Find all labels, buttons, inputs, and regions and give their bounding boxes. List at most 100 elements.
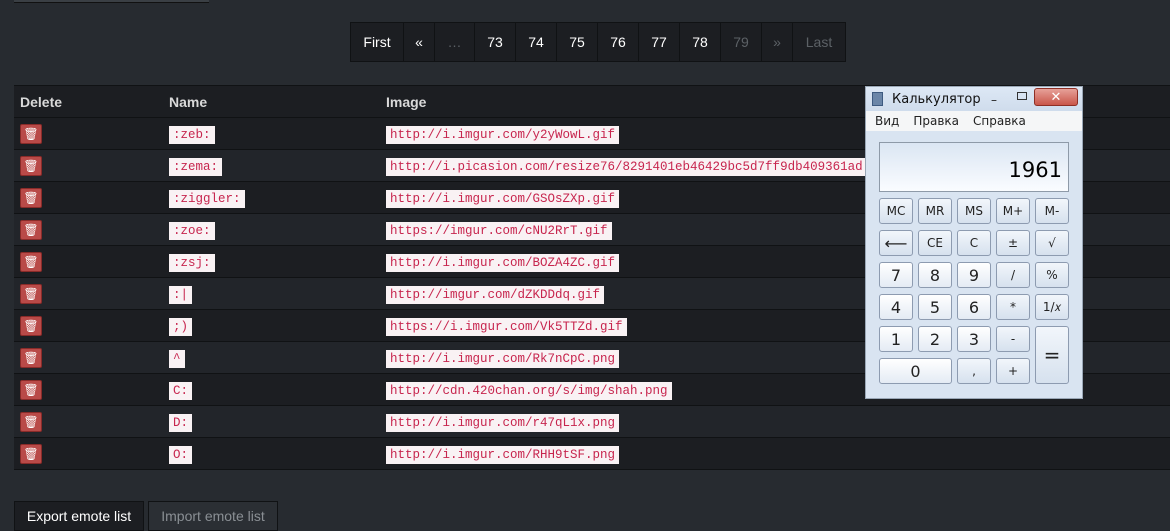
key-6[interactable]: 6 bbox=[957, 294, 991, 320]
minimize-button[interactable]: – bbox=[991, 93, 997, 107]
emote-name: :zeb: bbox=[169, 126, 215, 144]
pagination: First « … 73 74 75 76 77 78 79 » Last bbox=[350, 22, 846, 62]
page-link-78[interactable]: 78 bbox=[680, 23, 721, 61]
emote-name: C: bbox=[169, 382, 193, 400]
key-2[interactable]: 2 bbox=[918, 326, 952, 352]
header-delete: Delete bbox=[14, 85, 163, 118]
key-mc[interactable]: MC bbox=[879, 198, 913, 224]
calculator-title: Калькулятор bbox=[892, 92, 981, 107]
menu-edit[interactable]: Правка bbox=[913, 114, 959, 128]
emote-image-url: http://cdn.420chan.org/s/img/shah.png bbox=[386, 382, 672, 400]
emote-name: D: bbox=[169, 414, 193, 432]
key-multiply[interactable]: * bbox=[996, 294, 1030, 320]
page-link-74[interactable]: 74 bbox=[516, 23, 557, 61]
calculator-titlebar[interactable]: Калькулятор – ✕ bbox=[866, 87, 1082, 111]
top-bar bbox=[14, 0, 209, 3]
import-emote-list-button[interactable]: Import emote list bbox=[148, 501, 278, 531]
key-7[interactable]: 7 bbox=[879, 262, 913, 288]
key-8[interactable]: 8 bbox=[918, 262, 952, 288]
key-ce[interactable]: CE bbox=[918, 230, 952, 256]
page-first-link[interactable]: First bbox=[351, 23, 404, 61]
key-9[interactable]: 9 bbox=[957, 262, 991, 288]
delete-button[interactable]: 🗑 bbox=[20, 283, 42, 304]
key-percent[interactable]: % bbox=[1035, 262, 1069, 288]
key-5[interactable]: 5 bbox=[918, 294, 952, 320]
page-link-75[interactable]: 75 bbox=[557, 23, 598, 61]
menu-view[interactable]: Вид bbox=[875, 114, 899, 128]
calculator-window: Калькулятор – ✕ Вид Правка Справка 1961 … bbox=[865, 86, 1083, 399]
emote-image-url: http://imgur.com/dZKDDdq.gif bbox=[386, 286, 605, 304]
trash-icon: 🗑 bbox=[23, 286, 39, 301]
maximize-button[interactable] bbox=[1017, 92, 1027, 100]
delete-button[interactable]: 🗑 bbox=[20, 315, 42, 336]
delete-button[interactable]: 🗑 bbox=[20, 411, 42, 432]
emote-name: O: bbox=[169, 446, 193, 464]
emote-image-url: http://i.imgur.com/r47qL1x.png bbox=[386, 414, 620, 432]
key-subtract[interactable]: - bbox=[996, 326, 1030, 352]
page-current-79: 79 bbox=[721, 23, 762, 61]
delete-button[interactable]: 🗑 bbox=[20, 155, 42, 176]
calculator-display: 1961 bbox=[879, 142, 1069, 192]
key-decimal[interactable]: , bbox=[957, 358, 991, 384]
close-icon: ✕ bbox=[1050, 89, 1062, 105]
key-add[interactable]: + bbox=[996, 358, 1030, 384]
display-value: 1961 bbox=[1008, 158, 1062, 182]
key-m-plus[interactable]: M+ bbox=[996, 198, 1030, 224]
key-sqrt[interactable]: √ bbox=[1035, 230, 1069, 256]
page-next-link: » bbox=[762, 23, 793, 61]
key-ms[interactable]: MS bbox=[957, 198, 991, 224]
key-1[interactable]: 1 bbox=[879, 326, 913, 352]
trash-icon: 🗑 bbox=[23, 222, 39, 237]
key-c[interactable]: C bbox=[957, 230, 991, 256]
emote-image-url: http://i.imgur.com/Rk7nCpC.png bbox=[386, 350, 620, 368]
page-prev-link[interactable]: « bbox=[404, 23, 435, 61]
emote-name: :zoe: bbox=[169, 222, 215, 240]
emote-name: :zema: bbox=[169, 158, 223, 176]
key-mr[interactable]: MR bbox=[918, 198, 952, 224]
trash-icon: 🗑 bbox=[23, 446, 39, 461]
trash-icon: 🗑 bbox=[23, 318, 39, 333]
key-plus-minus[interactable]: ± bbox=[996, 230, 1030, 256]
menu-help[interactable]: Справка bbox=[973, 114, 1026, 128]
export-emote-list-button[interactable]: Export emote list bbox=[14, 501, 144, 531]
emote-name: ^ bbox=[169, 350, 185, 368]
key-3[interactable]: 3 bbox=[957, 326, 991, 352]
delete-button[interactable]: 🗑 bbox=[20, 123, 42, 144]
calculator-menubar: Вид Правка Справка bbox=[866, 111, 1082, 131]
delete-button[interactable]: 🗑 bbox=[20, 443, 42, 464]
page-last-link: Last bbox=[793, 23, 845, 61]
delete-button[interactable]: 🗑 bbox=[20, 347, 42, 368]
delete-button[interactable]: 🗑 bbox=[20, 379, 42, 400]
close-button[interactable]: ✕ bbox=[1034, 88, 1078, 106]
page-link-73[interactable]: 73 bbox=[475, 23, 516, 61]
emote-image-url: http://i.imgur.com/y2yWowL.gif bbox=[386, 126, 620, 144]
page-link-77[interactable]: 77 bbox=[639, 23, 680, 61]
key-backspace[interactable]: ⟵ bbox=[879, 230, 913, 256]
key-divide[interactable]: / bbox=[996, 262, 1030, 288]
table-row: 🗑 D: http://i.imgur.com/r47qL1x.png bbox=[14, 405, 1170, 438]
trash-icon: 🗑 bbox=[23, 190, 39, 205]
emote-image-url: http://i.imgur.com/BOZA4ZC.gif bbox=[386, 254, 620, 272]
header-name: Name bbox=[163, 85, 380, 118]
delete-button[interactable]: 🗑 bbox=[20, 219, 42, 240]
trash-icon: 🗑 bbox=[23, 126, 39, 141]
key-0[interactable]: 0 bbox=[879, 358, 952, 384]
emote-name: :zsj: bbox=[169, 254, 215, 272]
key-reciprocal[interactable]: 1/𝑥 bbox=[1035, 294, 1069, 320]
key-4[interactable]: 4 bbox=[879, 294, 913, 320]
emote-image-url: http://i.picasion.com/resize76/8291401eb… bbox=[386, 158, 897, 176]
key-equals[interactable]: = bbox=[1035, 326, 1069, 384]
emote-image-url: http://i.imgur.com/RHH9tSF.png bbox=[386, 446, 620, 464]
calculator-icon bbox=[872, 92, 883, 106]
page-link-76[interactable]: 76 bbox=[598, 23, 639, 61]
emote-image-url: https://imgur.com/cNU2RrT.gif bbox=[386, 222, 612, 240]
key-m-minus[interactable]: M- bbox=[1035, 198, 1069, 224]
delete-button[interactable]: 🗑 bbox=[20, 187, 42, 208]
delete-button[interactable]: 🗑 bbox=[20, 251, 42, 272]
trash-icon: 🗑 bbox=[23, 254, 39, 269]
page-ellipsis: … bbox=[435, 23, 475, 61]
emote-name: :| bbox=[169, 286, 193, 304]
trash-icon: 🗑 bbox=[23, 350, 39, 365]
emote-name: :ziggler: bbox=[169, 190, 245, 208]
trash-icon: 🗑 bbox=[23, 158, 39, 173]
